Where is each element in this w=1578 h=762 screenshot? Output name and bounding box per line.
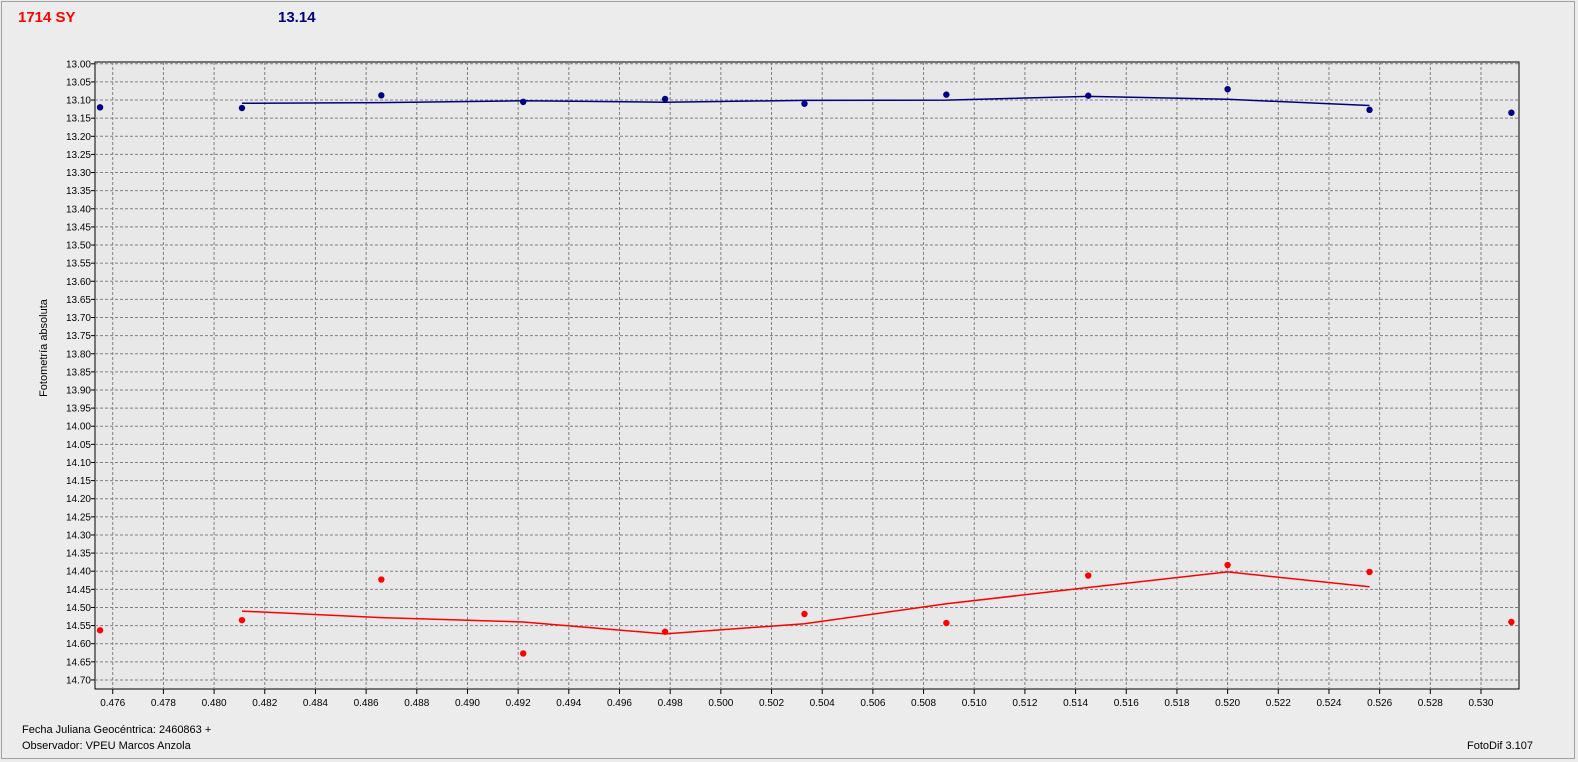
y-tick-label: 13.00 bbox=[66, 59, 91, 70]
data-point bbox=[801, 100, 808, 107]
y-tick-label: 13.45 bbox=[66, 222, 91, 233]
y-tick-label: 13.90 bbox=[66, 385, 91, 396]
x-axis-ticks: 0.476 0.478 0.480 0.482 0.484 0.486 0.488 0.490… bbox=[100, 689, 1494, 709]
y-tick-label: 14.15 bbox=[66, 476, 91, 487]
y-axis-label: Fotometría absoluta bbox=[38, 298, 50, 397]
data-point bbox=[1224, 85, 1231, 93]
y-tick-label: 14.35 bbox=[66, 549, 91, 560]
data-point bbox=[801, 610, 808, 618]
y-tick-label: 13.05 bbox=[66, 77, 91, 88]
x-tick-label: 0.514 bbox=[1063, 698, 1088, 709]
y-tick-label: 14.30 bbox=[66, 530, 91, 541]
y-tick-label: 13.95 bbox=[66, 404, 91, 415]
data-point bbox=[238, 104, 246, 112]
data-point bbox=[96, 627, 104, 634]
x-tick-label: 0.512 bbox=[1012, 698, 1037, 709]
x-tick-label: 0.522 bbox=[1266, 698, 1291, 709]
y-tick-label: 13.85 bbox=[66, 367, 91, 378]
light-curve-chart: 13.00 13.05 13.10 13.15 13.20 13.25 13.30 13.35… bbox=[38, 59, 1520, 709]
data-point bbox=[943, 91, 950, 98]
data-point bbox=[378, 576, 385, 583]
software-version: FotoDif 3.107 bbox=[1467, 740, 1534, 752]
x-tick-label: 0.482 bbox=[252, 698, 277, 709]
data-point bbox=[378, 92, 385, 99]
y-tick-label: 14.05 bbox=[66, 440, 91, 451]
x-tick-label: 0.504 bbox=[810, 698, 835, 709]
x-tick-label: 0.480 bbox=[202, 698, 227, 709]
y-tick-label: 13.15 bbox=[66, 114, 91, 125]
x-tick-label: 0.484 bbox=[303, 698, 328, 709]
data-point bbox=[1366, 568, 1373, 576]
y-tick-label: 13.40 bbox=[66, 204, 91, 215]
observer-label: Observador: VPEU Marcos Anzola bbox=[22, 740, 191, 752]
x-tick-label: 0.518 bbox=[1164, 698, 1189, 709]
y-tick-label: 14.65 bbox=[66, 657, 91, 668]
y-tick-label: 13.25 bbox=[66, 150, 91, 161]
y-tick-label: 14.45 bbox=[66, 585, 91, 596]
data-point bbox=[238, 616, 246, 624]
x-tick-label: 0.526 bbox=[1367, 698, 1392, 709]
x-tick-label: 0.500 bbox=[708, 698, 733, 709]
y-tick-label: 14.00 bbox=[66, 422, 91, 433]
data-point bbox=[1085, 92, 1092, 99]
x-tick-label: 0.520 bbox=[1215, 698, 1240, 709]
data-point bbox=[520, 650, 527, 657]
y-tick-label: 14.20 bbox=[66, 494, 91, 505]
x-tick-label: 0.502 bbox=[759, 698, 784, 709]
x-tick-label: 0.478 bbox=[151, 698, 176, 709]
x-tick-label: 0.528 bbox=[1418, 698, 1443, 709]
y-tick-label: 14.10 bbox=[66, 458, 91, 469]
y-tick-label: 14.55 bbox=[66, 621, 91, 632]
data-point bbox=[1085, 572, 1092, 579]
y-axis-ticks: 13.00 13.05 13.10 13.15 13.20 13.25 13.30 13.35… bbox=[66, 59, 95, 686]
x-tick-label: 0.490 bbox=[455, 698, 480, 709]
y-tick-label: 13.30 bbox=[66, 168, 91, 179]
x-tick-label: 0.516 bbox=[1114, 698, 1139, 709]
x-tick-label: 0.494 bbox=[556, 698, 581, 709]
data-point bbox=[661, 628, 669, 635]
x-tick-label: 0.486 bbox=[354, 698, 379, 709]
data-point bbox=[1508, 109, 1515, 116]
y-tick-label: 13.65 bbox=[66, 295, 91, 306]
y-tick-label: 13.20 bbox=[66, 132, 91, 143]
y-tick-label: 13.10 bbox=[66, 96, 91, 107]
x-tick-label: 0.498 bbox=[658, 698, 683, 709]
y-tick-label: 14.50 bbox=[66, 603, 91, 614]
x-tick-label: 0.496 bbox=[607, 698, 632, 709]
x-tick-label: 0.508 bbox=[911, 698, 936, 709]
x-tick-label: 0.492 bbox=[506, 698, 531, 709]
y-tick-label: 13.55 bbox=[66, 259, 91, 270]
x-tick-label: 0.476 bbox=[100, 698, 125, 709]
y-tick-label: 14.60 bbox=[66, 639, 91, 650]
y-tick-label: 13.50 bbox=[66, 241, 91, 252]
data-point bbox=[96, 104, 104, 111]
x-tick-label: 0.510 bbox=[962, 698, 987, 709]
data-point bbox=[1508, 618, 1515, 626]
y-tick-label: 14.40 bbox=[66, 567, 91, 578]
data-point bbox=[661, 95, 669, 103]
data-point bbox=[943, 619, 950, 627]
y-tick-label: 13.75 bbox=[66, 331, 91, 342]
x-tick-label: 0.530 bbox=[1468, 698, 1493, 709]
julian-date-label: Fecha Juliana Geocéntrica: 2460863 + bbox=[22, 724, 212, 736]
y-tick-label: 13.60 bbox=[66, 277, 91, 288]
x-tick-label: 0.524 bbox=[1316, 698, 1341, 709]
x-tick-label: 0.488 bbox=[404, 698, 429, 709]
y-tick-label: 13.70 bbox=[66, 313, 91, 324]
y-tick-label: 14.25 bbox=[66, 512, 91, 523]
plot-area bbox=[94, 61, 1520, 690]
data-point bbox=[1224, 561, 1231, 569]
y-tick-label: 13.35 bbox=[66, 186, 91, 197]
y-tick-label: 13.80 bbox=[66, 349, 91, 360]
data-point bbox=[1366, 106, 1373, 114]
x-tick-label: 0.506 bbox=[860, 698, 885, 709]
y-tick-label: 14.70 bbox=[66, 675, 91, 686]
data-point bbox=[520, 98, 527, 106]
